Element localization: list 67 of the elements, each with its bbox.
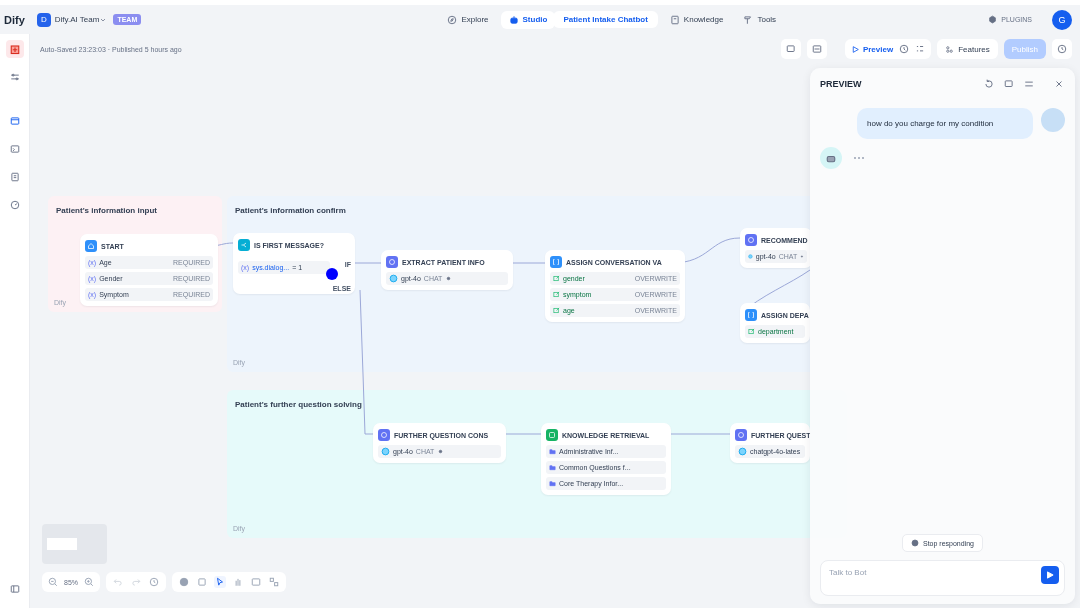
user-avatar[interactable]: G [1052,9,1072,30]
grid-icon [945,44,955,54]
edit-icon [553,291,560,298]
features-button[interactable]: Features [937,39,998,59]
zoom-in-icon [84,577,94,587]
terminal-icon [9,144,20,154]
nav-tab[interactable]: Studio [500,10,556,29]
edit-icon [748,328,755,335]
team-avatar: D [36,12,51,27]
group-title: Patient's information confirm [235,206,346,215]
model-icon [389,274,398,283]
folder-icon [549,464,556,471]
document-icon [9,172,20,182]
user-message: how do you charge for my condition [857,108,1033,139]
app-breadcrumb[interactable]: Patient Intake Chatbot [553,11,658,28]
cursor-dot [326,268,338,280]
model-icon [738,447,747,456]
checklist-button[interactable] [780,39,801,59]
redo-icon [131,577,141,587]
minimap-viewport [47,538,77,550]
play-icon [850,44,860,54]
app-icon[interactable] [5,40,24,58]
edit-icon [553,275,560,282]
send-button[interactable] [1041,566,1059,584]
pointer-icon [215,577,225,587]
undo-icon [113,577,123,587]
history-run-icon [899,44,910,54]
pointer-button[interactable] [214,576,226,588]
sliders-icon [1024,79,1034,89]
sidebar-icon [9,584,20,594]
group-title: Patient's information input [56,206,157,215]
gauge-icon [9,200,20,210]
layout-icon [9,116,20,126]
stop-icon [911,539,919,547]
nav-tab[interactable]: Knowledge [661,10,732,29]
close-icon [1054,79,1064,89]
connector-line [354,262,382,264]
group-title: Patient's further question solving [235,400,362,409]
layout-button[interactable] [268,576,280,588]
sliders-icon [9,72,20,82]
folder-icon [549,448,556,455]
history-icon [1057,44,1067,54]
edit-icon [553,307,560,314]
chat-input[interactable]: Talk to Bot [820,560,1065,596]
version-history-button[interactable] [1052,39,1072,59]
app-logo[interactable]: Dify [4,13,25,26]
compass-icon [447,14,458,25]
settings-button[interactable] [1023,78,1035,90]
restart-button[interactable] [983,78,995,90]
nav-tab[interactable]: Explore [439,10,497,29]
user-avatar [1041,108,1065,132]
nav-tab[interactable]: Tools [735,10,785,29]
hammer-icon [743,14,754,25]
panel-title: PREVIEW [820,79,863,89]
zoom-out-icon [48,577,58,587]
model-icon [748,252,753,261]
folder-icon [549,480,556,487]
history-icon [149,577,159,587]
list-icon [915,44,926,54]
env-button[interactable] [806,39,827,59]
history-button[interactable] [148,576,160,588]
refresh-icon [984,79,994,89]
model-icon [381,447,390,456]
medical-kit-icon [8,43,21,55]
grid-icon [269,577,279,587]
send-icon [1045,570,1055,580]
team-name[interactable]: Dify.AI Team [54,15,100,24]
